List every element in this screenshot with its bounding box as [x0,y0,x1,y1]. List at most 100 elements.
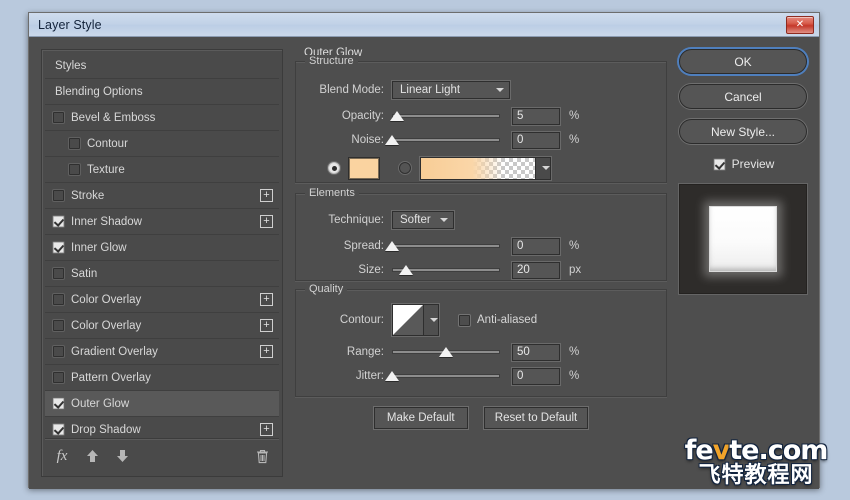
style-row-label: Stroke [71,189,105,202]
style-checkbox[interactable] [53,346,64,357]
quality-group: Quality Contour: Anti-aliased Range: 50 … [295,283,667,397]
style-row-stroke[interactable]: Stroke + [45,183,279,209]
style-checkbox[interactable] [53,372,64,383]
add-effect-icon[interactable]: + [260,293,273,306]
anti-aliased-toggle[interactable]: Anti-aliased [459,314,537,326]
style-row-color-overlay[interactable]: Color Overlay + [45,313,279,339]
jitter-slider[interactable] [385,368,500,384]
slider-knob[interactable] [385,241,399,251]
title-bar: Layer Style ✕ [29,13,819,37]
style-checkbox[interactable] [53,190,64,201]
quality-group-title: Quality [305,283,348,295]
slider-knob[interactable] [390,111,405,121]
ok-button[interactable]: OK [679,49,807,74]
make-default-button[interactable]: Make Default [373,407,468,429]
style-row-gradient-overlay[interactable]: Gradient Overlay + [45,339,279,365]
chevron-down-icon [496,86,505,95]
slider-knob[interactable] [385,135,399,145]
jitter-unit: % [569,370,580,382]
style-row-outer-glow[interactable]: Outer Glow [45,391,279,417]
style-row-blending-options[interactable]: Blending Options [45,79,279,105]
add-effect-icon[interactable]: + [260,345,273,358]
style-checkbox[interactable] [69,164,80,175]
add-effect-icon[interactable]: + [260,215,273,228]
style-row-styles[interactable]: Styles [45,53,279,79]
spread-input[interactable]: 0 [512,237,560,255]
reset-to-default-button[interactable]: Reset to Default [483,407,589,429]
noise-input[interactable]: 0 [512,131,560,149]
style-checkbox[interactable] [53,112,64,123]
technique-row: Technique: Softer [306,209,656,231]
size-unit: px [569,264,582,276]
color-fill-radio[interactable] [328,162,340,174]
jitter-input[interactable]: 0 [512,367,560,385]
style-checkbox[interactable] [53,398,64,409]
slider-knob[interactable] [385,371,399,381]
range-input[interactable]: 50 [512,343,560,361]
style-row-color-overlay[interactable]: Color Overlay + [45,287,279,313]
style-row-label: Pattern Overlay [71,371,151,384]
chevron-down-icon[interactable] [423,305,438,335]
glow-color-swatch[interactable] [349,157,379,179]
blend-mode-select[interactable]: Linear Light [392,81,510,99]
style-checkbox[interactable] [53,320,64,331]
contour-row: Contour: Anti-aliased [306,304,656,336]
spread-row: Spread: 0 % [306,235,656,257]
style-row-inner-glow[interactable]: Inner Glow [45,235,279,261]
size-input[interactable]: 20 [512,261,560,279]
contour-picker[interactable] [392,304,439,336]
close-icon[interactable]: ✕ [786,15,814,34]
add-effect-icon[interactable]: + [260,319,273,332]
style-checkbox[interactable] [53,268,64,279]
style-checkbox[interactable] [69,138,80,149]
opacity-slider[interactable] [390,108,500,124]
preview-toggle[interactable]: Preview [679,154,809,174]
delete-effect-icon[interactable] [254,447,270,465]
gradient-fill-radio[interactable] [399,162,411,174]
style-checkbox[interactable] [53,216,64,227]
elements-group: Elements Technique: Softer Spread: 0 % S… [295,187,667,281]
slider-knob[interactable] [399,265,414,275]
technique-value: Softer [400,214,431,226]
gradient-picker[interactable] [420,156,551,180]
preview-checkbox[interactable] [713,158,725,170]
noise-unit: % [569,134,580,146]
range-slider[interactable] [392,344,500,360]
style-row-inner-shadow[interactable]: Inner Shadow + [45,209,279,235]
style-checkbox[interactable] [53,242,64,253]
anti-aliased-checkbox[interactable] [459,314,470,326]
preview-thumbnail [679,184,807,294]
move-up-icon[interactable] [84,447,100,465]
dialog-body: Styles Blending Options Bevel & Emboss Cont… [29,37,819,489]
style-row-label: Outer Glow [71,397,130,410]
blend-mode-label: Blend Mode: [319,84,384,96]
slider-knob[interactable] [439,347,453,357]
new-style-button[interactable]: New Style... [679,119,807,144]
styles-list[interactable]: Styles Blending Options Bevel & Emboss Cont… [45,53,279,436]
style-row-texture[interactable]: Texture [45,157,279,183]
style-row-pattern-overlay[interactable]: Pattern Overlay [45,365,279,391]
fx-icon[interactable]: fx [54,447,70,465]
style-row-bevel-emboss[interactable]: Bevel & Emboss [45,105,279,131]
elements-group-title: Elements [305,187,359,199]
noise-slider[interactable] [385,132,500,148]
style-checkbox[interactable] [53,294,64,305]
style-row-label: Contour [87,137,128,150]
style-row-satin[interactable]: Satin [45,261,279,287]
move-down-icon[interactable] [114,447,130,465]
technique-select[interactable]: Softer [392,211,454,229]
style-row-drop-shadow[interactable]: Drop Shadow + [45,417,279,436]
style-checkbox[interactable] [53,424,64,435]
style-row-contour[interactable]: Contour [45,131,279,157]
range-row: Range: 50 % [306,341,656,363]
size-slider[interactable] [392,262,500,278]
chevron-down-icon [440,216,449,225]
opacity-input[interactable]: 5 [512,107,560,125]
spread-slider[interactable] [385,238,500,254]
add-effect-icon[interactable]: + [260,423,273,436]
range-label: Range: [346,346,384,358]
cancel-button[interactable]: Cancel [679,84,807,109]
chevron-down-icon[interactable] [535,157,550,179]
gradient-preview [421,157,535,179]
add-effect-icon[interactable]: + [260,189,273,202]
